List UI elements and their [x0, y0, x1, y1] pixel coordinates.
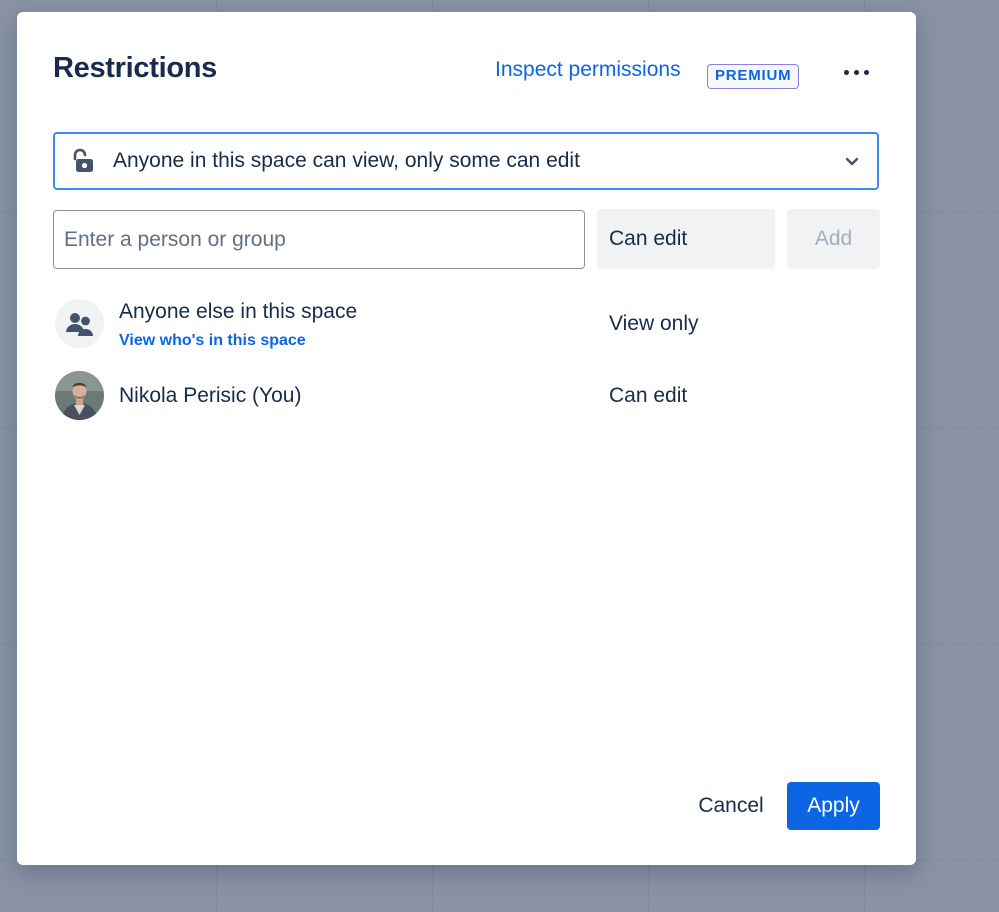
more-options-button[interactable]: [835, 56, 877, 88]
entry-name: Anyone else in this space: [119, 300, 358, 323]
restrictions-dialog: Restrictions Inspect permissions PREMIUM…: [17, 12, 916, 865]
chevron-down-icon: [845, 157, 859, 166]
group-icon: [65, 312, 93, 336]
inspect-permissions-link[interactable]: Inspect permissions: [495, 58, 681, 82]
cancel-button[interactable]: Cancel: [683, 782, 779, 830]
view-space-members-link[interactable]: View who's in this space: [119, 332, 306, 350]
group-avatar: [55, 299, 104, 348]
premium-badge: PREMIUM: [707, 64, 800, 89]
permission-select[interactable]: Can edit: [597, 209, 775, 269]
add-button[interactable]: Add: [787, 209, 880, 269]
user-avatar: [55, 371, 104, 420]
dialog-title: Restrictions: [53, 52, 217, 84]
unlock-icon: [73, 148, 93, 172]
apply-button[interactable]: Apply: [787, 782, 880, 830]
entry-permission[interactable]: View only: [609, 312, 699, 336]
user-avatar-photo: [55, 371, 104, 420]
restriction-level-value: Anyone in this space can view, only some…: [113, 149, 580, 172]
entry-name: Nikola Perisic (You): [119, 384, 302, 407]
entry-permission[interactable]: Can edit: [609, 384, 687, 408]
more-horizontal-icon: [843, 69, 849, 75]
restriction-level-select[interactable]: Anyone in this space can view, only some…: [53, 132, 879, 190]
person-or-group-input[interactable]: [53, 210, 585, 269]
